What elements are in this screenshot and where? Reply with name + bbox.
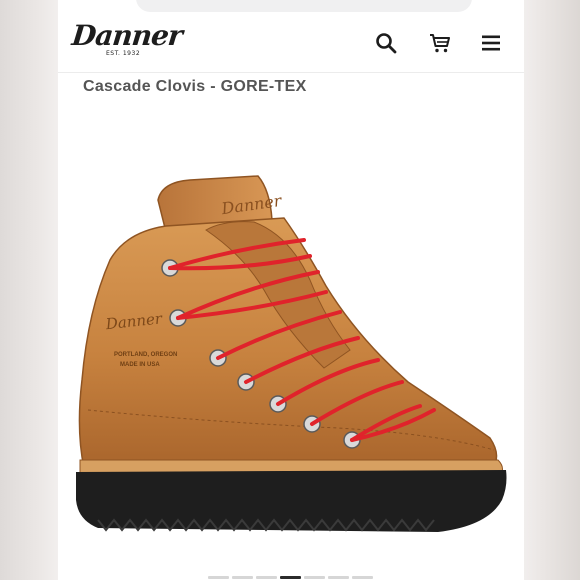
gallery-dot[interactable] [328,576,349,579]
left-backdrop [0,0,58,580]
mobile-page: Danner EST. 1932 Cascade Clovis - GORE-T… [58,0,524,580]
logo-wordmark: Danner [70,19,184,52]
menu-button[interactable] [479,31,503,55]
gallery-dot[interactable] [304,576,325,579]
gallery-dot[interactable] [208,576,229,579]
right-backdrop [524,0,580,580]
gallery-dot[interactable] [352,576,373,579]
site-header: Danner EST. 1932 [58,0,524,73]
search-button[interactable] [374,31,398,55]
gallery-dot[interactable] [256,576,277,579]
cart-icon [430,34,450,53]
boot-stamp-made: MADE IN USA [120,362,160,368]
search-icon [376,33,397,54]
boot-stamp-city: PORTLAND, OREGON [114,352,177,358]
product-image-boot[interactable]: Danner Danner PORTLAND, OREGON MADE IN U… [58,160,524,560]
menu-icon [482,35,500,51]
cart-button[interactable] [428,31,452,55]
product-title: Cascade Clovis - GORE-TEX [83,78,307,95]
danner-logo[interactable]: Danner EST. 1932 [70,19,183,62]
gallery-dot[interactable] [280,576,301,579]
gallery-dot[interactable] [232,576,253,579]
logo-established: EST. 1932 [106,50,141,57]
